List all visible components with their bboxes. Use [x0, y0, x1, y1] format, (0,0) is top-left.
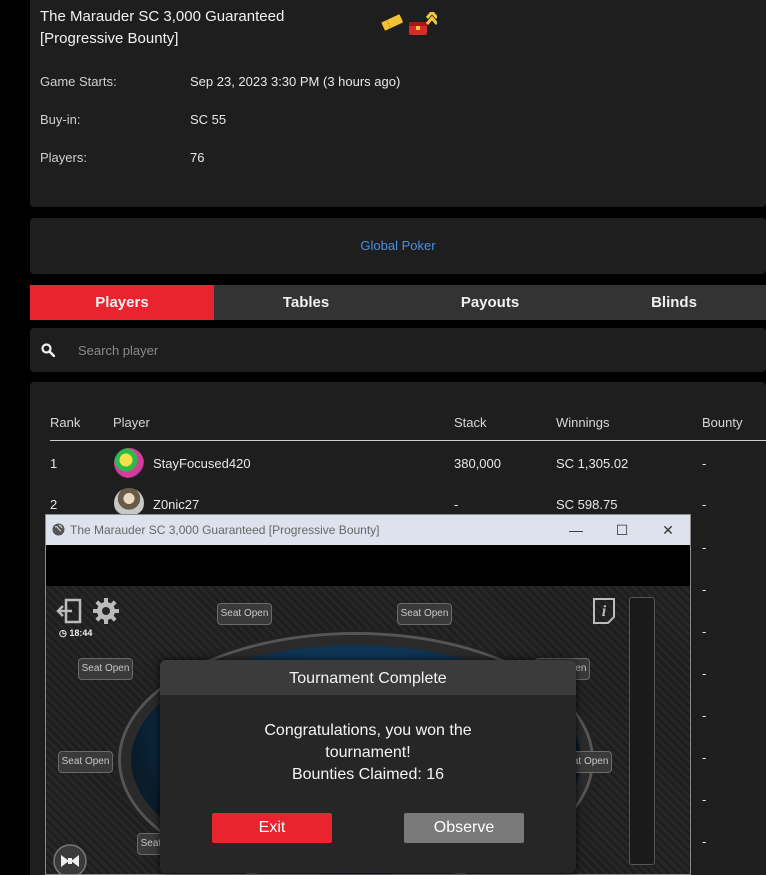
ticket-icon	[381, 14, 403, 31]
minimize-button[interactable]: —	[566, 520, 586, 540]
winnings-cell: SC 598.75	[556, 497, 618, 512]
seat-open-button[interactable]: Seat Open	[58, 751, 113, 773]
seat-open-button[interactable]: Seat Open	[397, 603, 452, 625]
bounty-chest-icon	[409, 12, 437, 35]
winnings-cell: SC 1,305.02	[556, 456, 629, 471]
header-winnings: Winnings	[556, 415, 610, 430]
detail-value: SC 55	[190, 112, 227, 127]
header-bounty: Bounty	[702, 415, 743, 430]
message-line: tournament!	[325, 744, 411, 761]
bounty-cell: -	[702, 497, 707, 512]
gear-icon[interactable]	[92, 597, 120, 625]
bounty-cell: -	[702, 792, 707, 807]
tab-players[interactable]: Players	[30, 285, 214, 320]
tab-tables[interactable]: Tables	[214, 285, 398, 320]
search-icon	[41, 343, 55, 357]
message-line: Congratulations, you won the	[264, 722, 472, 739]
tab-bar: Players Tables Payouts Blinds	[30, 285, 766, 320]
bounty-cell: -	[702, 624, 707, 639]
stack-cell: -	[454, 497, 459, 512]
header-stack: Stack	[454, 415, 487, 430]
tournament-info-panel: The Marauder SC 3,000 Guaranteed [Progre…	[30, 0, 766, 207]
bounty-cell: -	[702, 456, 707, 471]
bounty-cell: -	[702, 750, 707, 765]
globe-icon	[52, 523, 65, 536]
stack-cell: 380,000	[454, 456, 501, 471]
tournament-icons	[380, 12, 437, 38]
rank-cell: 1	[50, 456, 58, 471]
header-rank: Rank	[50, 415, 81, 430]
tab-payouts[interactable]: Payouts	[398, 285, 582, 320]
bounty-cell: -	[702, 540, 707, 555]
close-button[interactable]: ✕	[658, 520, 678, 540]
window-titlebar[interactable]: The Marauder SC 3,000 Guaranteed [Progre…	[46, 515, 690, 545]
detail-value: Sep 23, 2023 3:30 PM (3 hours ago)	[190, 74, 401, 89]
svg-text:i: i	[602, 603, 607, 620]
observe-button[interactable]: Observe	[404, 813, 524, 843]
exit-button[interactable]: Exit	[212, 813, 332, 843]
dialog-message: Congratulations, you won the tournament!…	[190, 720, 546, 786]
exit-table-icon[interactable]	[56, 598, 84, 624]
detail-label: Buy-in:	[40, 112, 81, 127]
maximize-button[interactable]: ☐	[612, 520, 632, 540]
clock-icon: ◷	[59, 628, 67, 638]
avatar	[114, 448, 144, 478]
detail-label: Players:	[40, 150, 87, 165]
tournament-complete-dialog: Tournament Complete Congratulations, you…	[160, 660, 576, 873]
header-divider	[50, 440, 766, 441]
seat-open-button[interactable]: Seat Open	[217, 603, 272, 625]
timer-display: ◷ 18:44	[59, 628, 92, 639]
header-player: Player	[113, 415, 150, 430]
bounty-cell: -	[702, 666, 707, 681]
seat-open-button[interactable]: Seat Open	[78, 658, 133, 680]
player-name[interactable]: StayFocused420	[153, 456, 251, 471]
player-name[interactable]: Z0nic27	[153, 497, 199, 512]
detail-value: 76	[190, 150, 205, 165]
info-icon[interactable]: i	[591, 597, 617, 625]
global-poker-link[interactable]: Global Poker	[360, 238, 435, 253]
bounty-cell: -	[702, 708, 707, 723]
detail-label: Game Starts:	[40, 74, 117, 89]
site-link-panel: Global Poker	[30, 218, 766, 274]
client-header-bar	[46, 545, 690, 586]
rank-cell: 2	[50, 497, 58, 512]
chat-scroll-panel[interactable]	[629, 597, 655, 865]
bowtie-icon[interactable]	[53, 844, 87, 875]
search-player-input[interactable]	[78, 340, 478, 360]
window-title: The Marauder SC 3,000 Guaranteed [Progre…	[70, 523, 380, 537]
tab-blinds[interactable]: Blinds	[582, 285, 766, 320]
bounty-cell: -	[702, 834, 707, 849]
tournament-title: The Marauder SC 3,000 Guaranteed [Progre…	[40, 8, 285, 47]
dialog-title: Tournament Complete	[160, 660, 576, 695]
bounty-cell: -	[702, 582, 707, 597]
search-bar	[30, 328, 766, 372]
timer-value: 18:44	[69, 628, 93, 638]
bounties-claimed: Bounties Claimed: 16	[291, 766, 445, 783]
